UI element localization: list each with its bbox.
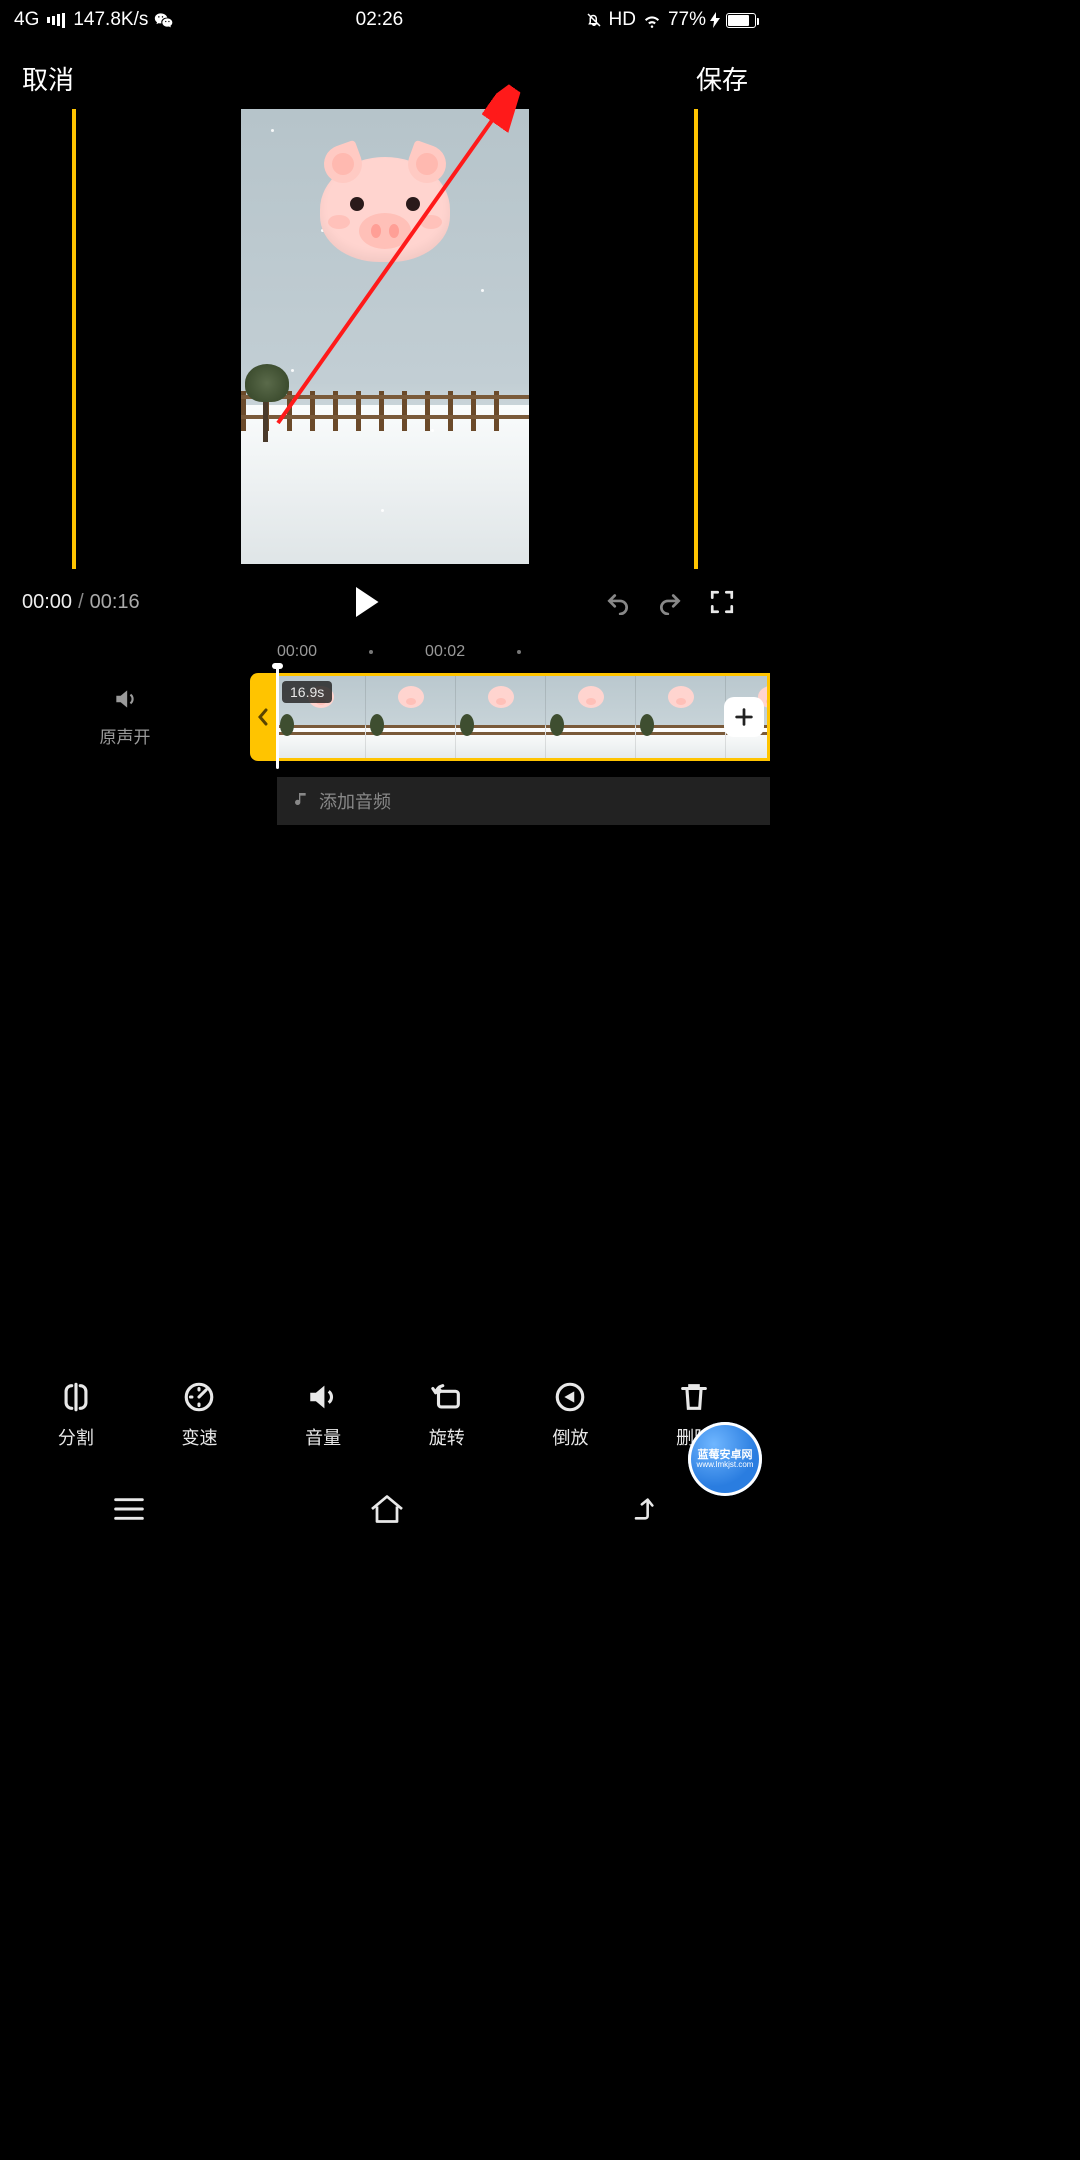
battery-pct: 77% xyxy=(668,9,706,31)
reverse-icon xyxy=(553,1380,587,1414)
status-bar: 4G 147.8K/s 02:26 HD 77% xyxy=(0,0,770,40)
wifi-icon xyxy=(642,12,662,28)
video-clip[interactable] xyxy=(276,673,770,761)
total-time: 00:16 xyxy=(90,591,140,614)
charging-icon xyxy=(710,12,720,28)
original-sound-toggle[interactable]: 原声开 xyxy=(0,686,250,748)
watermark-title: 蓝莓安卓网 xyxy=(698,1449,753,1461)
add-clip-button[interactable] xyxy=(724,697,764,737)
watermark-badge: 蓝莓安卓网 www.lmkjst.com xyxy=(688,1422,762,1496)
rotate-icon xyxy=(430,1380,464,1414)
split-icon xyxy=(59,1380,93,1414)
add-audio-label: 添加音频 xyxy=(319,788,391,814)
nav-home-button[interactable] xyxy=(369,1494,405,1524)
signal-icon xyxy=(47,13,65,28)
tool-volume-label: 音量 xyxy=(305,1424,341,1450)
tool-rotate[interactable]: 旋转 xyxy=(402,1380,492,1450)
play-button[interactable] xyxy=(346,587,386,617)
time-separator: / xyxy=(78,591,84,614)
wechat-icon xyxy=(154,11,174,29)
fullscreen-button[interactable] xyxy=(696,589,748,615)
annotation-arrow xyxy=(0,73,770,573)
tool-split[interactable]: 分割 xyxy=(31,1380,121,1450)
system-nav-bar xyxy=(0,1478,770,1540)
add-audio-button[interactable]: 添加音频 xyxy=(277,777,770,825)
playhead[interactable] xyxy=(276,665,279,769)
mute-icon xyxy=(585,11,603,29)
nav-menu-button[interactable] xyxy=(112,1497,146,1521)
status-left: 4G 147.8K/s xyxy=(14,9,174,31)
watermark-url: www.lmkjst.com xyxy=(697,1461,754,1470)
playback-controls: 00:00 / 00:16 xyxy=(0,569,770,625)
status-right: HD 77% xyxy=(585,9,756,31)
tool-speed-label: 变速 xyxy=(181,1424,217,1450)
hd-label: HD xyxy=(609,9,636,31)
speed-icon xyxy=(182,1380,216,1414)
ruler-dot xyxy=(517,650,521,654)
battery-icon xyxy=(726,13,756,28)
preview-area xyxy=(0,109,770,569)
redo-button[interactable] xyxy=(644,589,696,615)
original-sound-label: 原声开 xyxy=(100,728,151,747)
ruler-tick-1: 00:02 xyxy=(425,643,465,661)
network-type: 4G xyxy=(14,9,39,31)
ruler-dot xyxy=(369,650,373,654)
tool-reverse-label: 倒放 xyxy=(552,1424,588,1450)
ruler-tick-0: 00:00 xyxy=(277,643,317,661)
tool-bar: 分割 变速 音量 旋转 倒放 删除 xyxy=(0,1380,770,1468)
clip-duration-badge: 16.9s xyxy=(282,681,332,703)
trash-icon xyxy=(677,1380,711,1414)
tool-volume[interactable]: 音量 xyxy=(278,1380,368,1450)
status-time: 02:26 xyxy=(356,9,404,31)
timeline-track: 原声开 16.9s xyxy=(0,671,770,763)
music-note-icon xyxy=(293,791,309,812)
volume-icon xyxy=(306,1380,340,1414)
current-time: 00:00 xyxy=(22,591,72,614)
network-speed: 147.8K/s xyxy=(73,9,148,31)
undo-button[interactable] xyxy=(592,589,644,615)
tool-split-label: 分割 xyxy=(58,1424,94,1450)
nav-back-button[interactable] xyxy=(628,1495,658,1523)
speaker-icon xyxy=(0,686,250,717)
tool-rotate-label: 旋转 xyxy=(429,1424,465,1450)
clip-left-handle[interactable] xyxy=(250,673,276,761)
timeline-ruler: 00:00 00:02 xyxy=(0,625,770,671)
tool-speed[interactable]: 变速 xyxy=(154,1380,244,1450)
tool-reverse[interactable]: 倒放 xyxy=(525,1380,615,1450)
